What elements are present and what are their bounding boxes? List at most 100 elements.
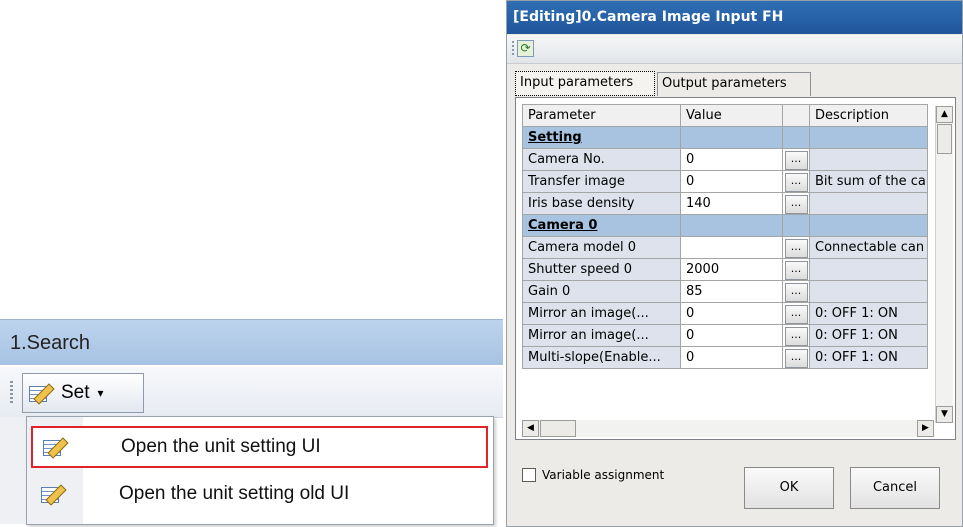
parameter-name: Mirror an image(... [522, 302, 681, 325]
parameter-description [809, 280, 928, 303]
browse-button[interactable]: ... [784, 348, 808, 368]
section-title-text: Camera 0 [528, 218, 598, 233]
parameter-description: Bit sum of the ca [809, 170, 928, 193]
section-cell [680, 214, 783, 237]
scroll-down-icon[interactable]: ▼ [936, 406, 953, 423]
browse-cell: ... [782, 324, 810, 347]
set-dropdown-button[interactable]: Set ▾ [22, 373, 144, 413]
table-row: Transfer image 0... Bit sum of the ca [522, 170, 928, 193]
parameter-value-field[interactable]: 2000 [680, 258, 783, 281]
table-row: Mirror an image(... 0... 0: OFF 1: ON [522, 302, 928, 325]
browse-cell: ... [782, 170, 810, 193]
section-cell [680, 126, 783, 149]
variable-assignment-label: Variable assignment [542, 468, 665, 482]
edit-icon [41, 483, 67, 506]
header-value: Value [680, 104, 783, 127]
set-dropdown-menu: Open the unit setting UI Open the unit s… [26, 416, 494, 525]
browse-cell: ... [782, 236, 810, 259]
edit-icon [29, 382, 55, 405]
section-title: Camera 0 [522, 214, 681, 237]
table-row: Camera No. 0... [522, 148, 928, 171]
parameter-value-field[interactable]: 0 [680, 302, 783, 325]
browse-button[interactable]: ... [784, 194, 808, 214]
browse-button[interactable]: ... [784, 326, 808, 346]
section-cell [809, 126, 928, 149]
parameter-table: Parameter Value Description Setting Camer… [522, 104, 928, 369]
table-row: Camera model 0... Connectable can [522, 236, 928, 259]
menu-item-open-unit-setting-old-ui[interactable]: Open the unit setting old UI [31, 473, 488, 515]
scroll-left-icon[interactable]: ◀ [522, 420, 539, 437]
scrollbar-thumb[interactable] [540, 420, 576, 437]
set-button-label: Set [61, 382, 90, 403]
table-row: Iris base density 140... [522, 192, 928, 215]
ok-button[interactable]: OK [744, 467, 834, 509]
chevron-down-icon: ▾ [97, 386, 104, 400]
panel-left-edge [0, 417, 27, 524]
section-cell [782, 214, 810, 237]
table-row: Mirror an image(... 0... 0: OFF 1: ON [522, 324, 928, 347]
edit-icon [43, 436, 69, 459]
parameter-description [809, 258, 928, 281]
parameter-value-field[interactable]: 0 [680, 324, 783, 347]
header-description: Description [809, 104, 928, 127]
section-cell [782, 126, 810, 149]
section-title: Setting [522, 126, 681, 149]
browse-button[interactable]: ... [784, 260, 808, 280]
parameter-name: Transfer image [522, 170, 681, 193]
cancel-button[interactable]: Cancel [850, 467, 940, 509]
variable-assignment-checkbox[interactable] [522, 468, 536, 482]
parameter-value-field[interactable]: 0 [680, 148, 783, 171]
vertical-scrollbar[interactable]: ▲ ▼ [935, 106, 953, 423]
dialog-toolbar: ⟳ [507, 35, 962, 64]
tab-output-parameters[interactable]: Output parameters [657, 72, 811, 96]
parameter-description: 0: OFF 1: ON [809, 324, 928, 347]
parameter-name: Iris base density [522, 192, 681, 215]
refresh-icon[interactable]: ⟳ [517, 40, 534, 57]
toolbar-grip[interactable] [10, 381, 13, 405]
section-row: Camera 0 [522, 214, 928, 237]
browse-button[interactable]: ... [784, 172, 808, 192]
parameter-value-field[interactable]: 0 [680, 346, 783, 369]
browse-cell: ... [782, 280, 810, 303]
table-row: Shutter speed 0 2000... [522, 258, 928, 281]
menu-item-open-unit-setting-ui[interactable]: Open the unit setting UI [31, 426, 488, 468]
browse-cell: ... [782, 346, 810, 369]
section-title-text: Setting [528, 130, 582, 145]
scrollbar-thumb[interactable] [937, 124, 952, 154]
toolbar-grip[interactable] [512, 41, 514, 57]
parameter-description [809, 148, 928, 171]
browse-button[interactable]: ... [784, 238, 808, 258]
parameter-value-field[interactable]: 0 [680, 170, 783, 193]
table-row: Multi-slope(Enable... 0... 0: OFF 1: ON [522, 346, 928, 369]
browse-button[interactable]: ... [784, 282, 808, 302]
parameter-name: Mirror an image(... [522, 324, 681, 347]
parameter-name: Shutter speed 0 [522, 258, 681, 281]
parameter-value-field[interactable]: 140 [680, 192, 783, 215]
tab-input-parameters[interactable]: Input parameters [515, 71, 655, 96]
parameter-name: Camera model 0 [522, 236, 681, 259]
parameter-description: 0: OFF 1: ON [809, 302, 928, 325]
unit-toolbar: Set ▾ [0, 367, 503, 418]
parameter-description: Connectable can [809, 236, 928, 259]
parameter-description: 0: OFF 1: ON [809, 346, 928, 369]
header-parameter: Parameter [522, 104, 681, 127]
browse-cell: ... [782, 148, 810, 171]
unit-title: 1.Search [0, 319, 503, 365]
scroll-up-icon[interactable]: ▲ [936, 106, 953, 123]
section-cell [809, 214, 928, 237]
menu-item-label: Open the unit setting old UI [119, 483, 350, 504]
parameter-value-field[interactable] [680, 236, 783, 259]
browse-button[interactable]: ... [784, 150, 808, 170]
scroll-right-icon[interactable]: ▶ [917, 420, 934, 437]
camera-input-dialog: [Editing]0.Camera Image Input FH ⟳ Input… [506, 0, 963, 527]
parameter-description [809, 192, 928, 215]
browse-button[interactable]: ... [784, 304, 808, 324]
parameter-name: Gain 0 [522, 280, 681, 303]
horizontal-scrollbar[interactable]: ◀ ▶ [522, 420, 934, 437]
unit-panel: 1.Search Set ▾ Open the unit setting UI … [0, 317, 503, 527]
header-blank [782, 104, 810, 127]
variable-assignment[interactable]: Variable assignment [522, 468, 664, 482]
parameter-value-field[interactable]: 85 [680, 280, 783, 303]
browse-cell: ... [782, 302, 810, 325]
section-row: Setting [522, 126, 928, 149]
